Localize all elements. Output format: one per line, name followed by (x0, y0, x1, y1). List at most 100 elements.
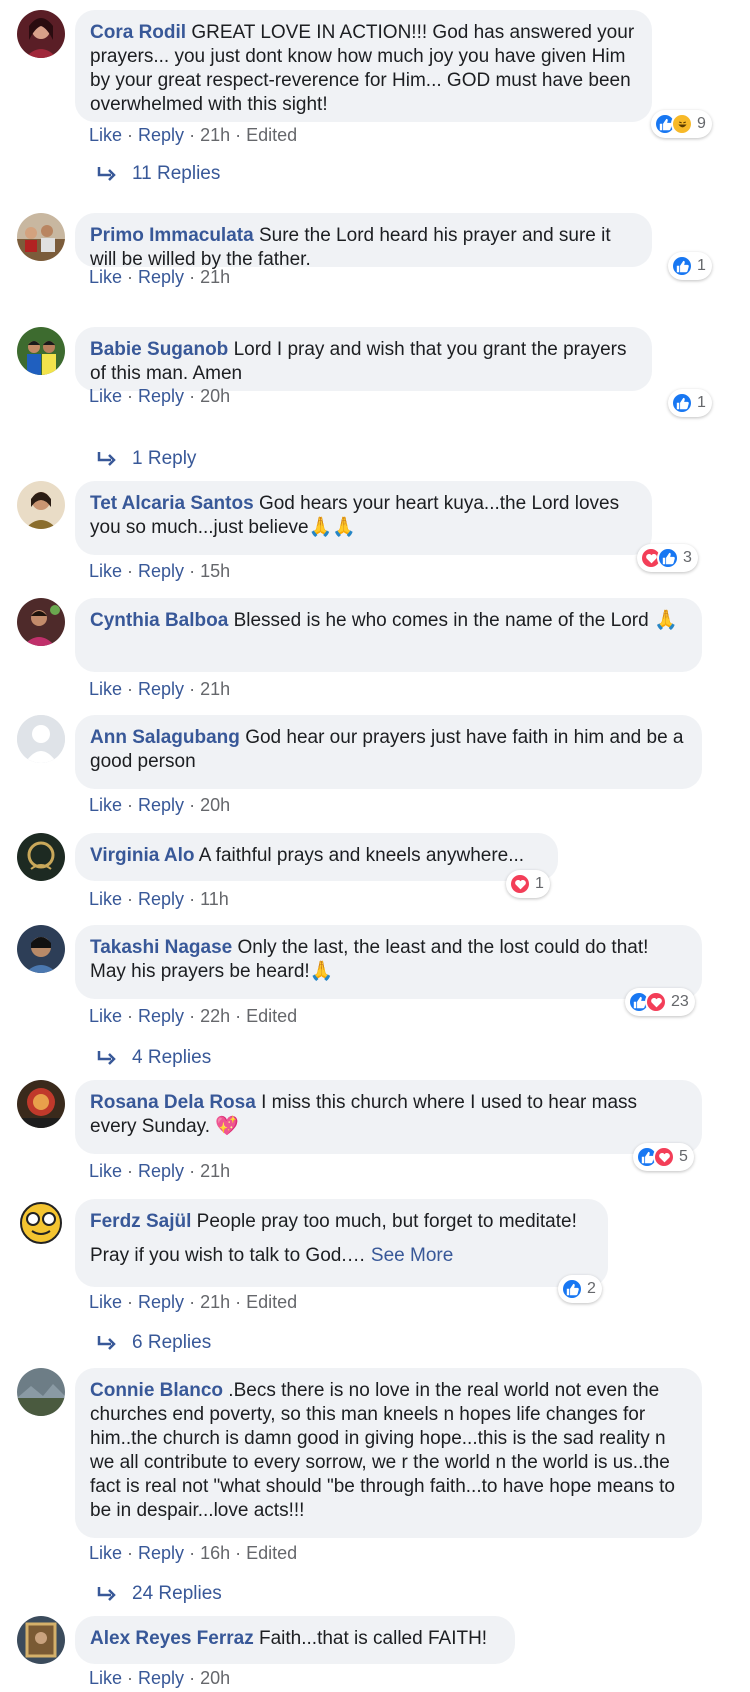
comment-time[interactable]: 15h (200, 561, 230, 581)
comment-actions: Like · Reply · 22h · Edited (89, 1006, 298, 1026)
reply-link[interactable]: Reply (138, 267, 184, 287)
like-link[interactable]: Like (89, 1668, 122, 1688)
comment-time[interactable]: 21h (200, 1161, 230, 1181)
comment-author[interactable]: Connie Blanco (90, 1380, 223, 1401)
comment-bubble: Cynthia Balboa Blessed is he who comes i… (75, 598, 702, 672)
edited-label[interactable]: Edited (246, 1543, 297, 1563)
comment-author[interactable]: Alex Reyes Ferraz (90, 1628, 254, 1649)
view-replies-link[interactable]: 4 Replies (96, 1047, 211, 1069)
like-link[interactable]: Like (89, 125, 122, 145)
reaction-summary[interactable]: 5 (633, 1143, 694, 1171)
like-link[interactable]: Like (89, 795, 122, 815)
reaction-summary[interactable]: 1 (506, 870, 550, 898)
comment-author[interactable]: Cynthia Balboa (90, 610, 228, 631)
comment-bubble: Connie Blanco .Becs there is no love in … (75, 1368, 702, 1538)
comment-time[interactable]: 20h (200, 795, 230, 815)
view-replies-link[interactable]: 6 Replies (96, 1332, 211, 1354)
reaction-summary[interactable]: 23 (625, 988, 695, 1016)
comment-time[interactable]: 21h (200, 267, 230, 287)
avatar[interactable] (17, 327, 65, 375)
like-link[interactable]: Like (89, 1543, 122, 1563)
like-link[interactable]: Like (89, 1161, 122, 1181)
comment-time[interactable]: 21h (200, 125, 230, 145)
comment-time[interactable]: 22h (200, 1006, 230, 1026)
avatar[interactable] (17, 10, 65, 58)
avatar[interactable] (17, 925, 65, 973)
comment-bubble: Takashi Nagase Only the last, the least … (75, 925, 702, 999)
reply-link[interactable]: Reply (138, 561, 184, 581)
like-link[interactable]: Like (89, 1292, 122, 1312)
replies-label[interactable]: 4 Replies (132, 1047, 211, 1069)
comment-author[interactable]: Virginia Alo (90, 845, 195, 866)
comment-actions: Like · Reply · 20h (89, 386, 231, 406)
reaction-summary[interactable]: 2 (558, 1275, 602, 1303)
reply-link[interactable]: Reply (138, 125, 184, 145)
view-replies-link[interactable]: 24 Replies (96, 1583, 222, 1605)
replies-label[interactable]: 6 Replies (132, 1332, 211, 1354)
comment-author[interactable]: Babie Suganob (90, 339, 228, 360)
avatar[interactable] (17, 1080, 65, 1128)
avatar[interactable] (17, 213, 65, 261)
edited-label[interactable]: Edited (246, 1006, 297, 1026)
replies-label[interactable]: 1 Reply (132, 448, 196, 470)
comment-actions: Like · Reply · 21h · Edited (89, 125, 298, 145)
comment-author[interactable]: Takashi Nagase (90, 937, 232, 958)
comment-time[interactable]: 11h (200, 889, 229, 909)
reaction-summary[interactable]: 1 (668, 252, 712, 280)
reply-arrow-icon (97, 1587, 116, 1601)
love-reaction-icon (645, 991, 667, 1013)
reply-link[interactable]: Reply (138, 1668, 184, 1688)
view-replies-link[interactable]: 1 Reply (96, 448, 196, 470)
comment-actions: Like · Reply · 11h (89, 889, 229, 909)
reply-link[interactable]: Reply (138, 889, 184, 909)
avatar[interactable] (17, 715, 65, 763)
reply-link[interactable]: Reply (138, 1292, 184, 1312)
see-more-link[interactable]: See More (371, 1245, 453, 1266)
avatar[interactable] (17, 1199, 65, 1247)
comment-time[interactable]: 20h (200, 386, 230, 406)
like-link[interactable]: Like (89, 889, 122, 909)
avatar[interactable] (17, 481, 65, 529)
avatar[interactable] (17, 1616, 65, 1664)
avatar[interactable] (17, 833, 65, 881)
avatar[interactable] (17, 598, 65, 646)
like-link[interactable]: Like (89, 386, 122, 406)
like-reaction-icon (561, 1278, 583, 1300)
replies-label[interactable]: 11 Replies (132, 163, 220, 185)
reaction-summary[interactable]: 1 (668, 389, 712, 417)
edited-label[interactable]: Edited (246, 125, 297, 145)
reply-link[interactable]: Reply (138, 679, 184, 699)
comment-author[interactable]: Rosana Dela Rosa (90, 1092, 256, 1113)
comment-bubble: Alex Reyes Ferraz Faith...that is called… (75, 1616, 515, 1664)
reply-link[interactable]: Reply (138, 1006, 184, 1026)
like-link[interactable]: Like (89, 267, 122, 287)
like-link[interactable]: Like (89, 679, 122, 699)
avatar[interactable] (17, 1368, 65, 1416)
reaction-summary[interactable]: 3 (637, 544, 698, 572)
reaction-summary[interactable]: 9 (651, 110, 712, 138)
love-reaction-icon (653, 1146, 675, 1168)
comment-author[interactable]: Primo Immaculata (90, 225, 254, 246)
comment-author[interactable]: Cora Rodil (90, 22, 186, 43)
comment-author[interactable]: Ferdz Sajül (90, 1211, 191, 1232)
comment-author[interactable]: Ann Salagubang (90, 727, 240, 748)
comment-time[interactable]: 21h (200, 679, 230, 699)
comment-text: People pray too much, but forget to medi… (196, 1211, 577, 1232)
reply-link[interactable]: Reply (138, 1543, 184, 1563)
reply-link[interactable]: Reply (138, 1161, 184, 1181)
comment-bubble: Rosana Dela Rosa I miss this church wher… (75, 1080, 702, 1154)
reaction-count: 3 (683, 549, 692, 566)
comment-time[interactable]: 21h (200, 1292, 230, 1312)
comment-author[interactable]: Tet Alcaria Santos (90, 493, 254, 514)
reply-arrow-icon (97, 452, 116, 466)
reply-link[interactable]: Reply (138, 795, 184, 815)
edited-label[interactable]: Edited (246, 1292, 297, 1312)
replies-label[interactable]: 24 Replies (132, 1583, 222, 1605)
reply-link[interactable]: Reply (138, 386, 184, 406)
view-replies-link[interactable]: 11 Replies (96, 163, 220, 185)
comment-time[interactable]: 16h (200, 1543, 230, 1563)
like-link[interactable]: Like (89, 1006, 122, 1026)
like-link[interactable]: Like (89, 561, 122, 581)
comment-time[interactable]: 20h (200, 1668, 230, 1688)
comment-actions: Like · Reply · 15h (89, 561, 231, 581)
